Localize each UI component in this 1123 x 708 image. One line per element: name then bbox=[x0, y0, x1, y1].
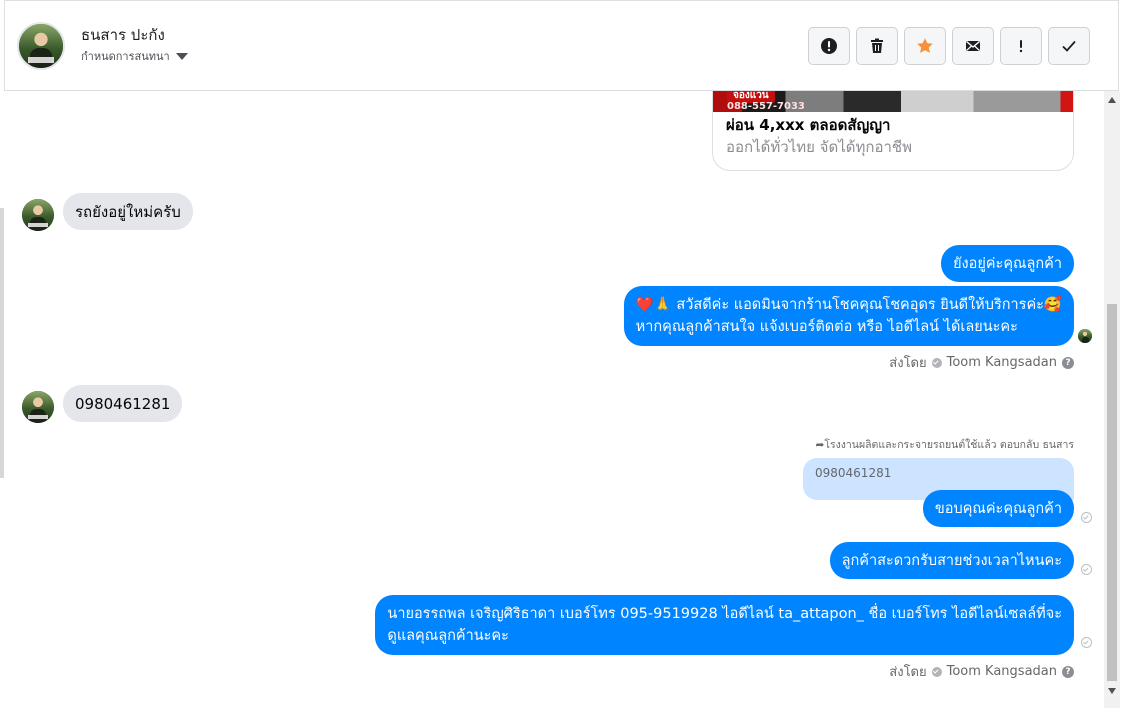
envelope-icon bbox=[966, 40, 980, 51]
reply-header-text: โรงงานผลิตและกระจายรถยนต์ใช้แล้ว ตอบกลับ… bbox=[824, 439, 1074, 451]
scrollbar[interactable] bbox=[1104, 91, 1120, 708]
outgoing-message[interactable]: ขอบคุณค่ะคุณลูกค้า bbox=[922, 490, 1074, 527]
sender-avatar[interactable] bbox=[22, 391, 54, 423]
ad-card[interactable]: จองแวน 088-557-7033 ผ่อน 4,xxx ตลอดสัญญา… bbox=[712, 91, 1074, 171]
caret-down-icon bbox=[175, 52, 188, 60]
scrollbar-thumb[interactable] bbox=[1107, 304, 1117, 681]
scroll-up-arrow-icon[interactable] bbox=[1108, 97, 1116, 103]
alert-circle-icon bbox=[821, 38, 837, 54]
ad-card-image-number: 088-557-7033 bbox=[727, 101, 805, 112]
sent-by-name[interactable]: Toom Kangsadan bbox=[947, 664, 1057, 679]
conversation-settings-dropdown[interactable]: กำหนดการสนทนา bbox=[81, 47, 188, 65]
outgoing-message[interactable]: ยังอยู่ค่ะคุณลูกค้า bbox=[941, 245, 1074, 282]
conversation-header: ธนสาร ปะกัง กำหนดการสนทนา bbox=[4, 0, 1119, 91]
mark-done-button[interactable] bbox=[1048, 27, 1090, 65]
message-line: ❤️🙏 สวัสดีค่ะ แอดมินจากร้านโชคคุณโชคอุดร… bbox=[635, 297, 1062, 313]
mark-important-button[interactable] bbox=[1000, 27, 1042, 65]
contact-name[interactable]: ธนสาร ปะกัง bbox=[81, 23, 165, 47]
sent-by-label: ส่งโดย bbox=[889, 665, 927, 680]
exclamation-icon bbox=[1019, 40, 1023, 53]
outgoing-message[interactable]: ❤️🙏 สวัสดีค่ะ แอดมินจากร้านโชคคุณโชคอุดร… bbox=[623, 286, 1074, 346]
ad-card-image: จองแวน 088-557-7033 bbox=[713, 91, 1073, 112]
header-actions bbox=[808, 27, 1090, 65]
mark-unread-button[interactable] bbox=[952, 27, 994, 65]
mark-spam-button[interactable] bbox=[808, 27, 850, 65]
delivered-icon bbox=[1081, 512, 1092, 523]
delivered-icon bbox=[1081, 564, 1092, 575]
conversation-settings-label: กำหนดการสนทนา bbox=[81, 50, 170, 63]
check-icon bbox=[1062, 40, 1076, 52]
verified-icon bbox=[931, 666, 942, 677]
seen-avatar bbox=[1078, 329, 1092, 343]
outgoing-message[interactable]: ลูกค้าสะดวกรับสายช่วงเวลาไหนคะ bbox=[829, 542, 1074, 579]
reply-header: ➦โรงงานผลิตและกระจายรถยนต์ใช้แล้ว ตอบกลั… bbox=[816, 436, 1074, 453]
ad-card-title: ผ่อน 4,xxx ตลอดสัญญา bbox=[726, 116, 891, 134]
message-line: นายอรรถพล เจริญศิริธาดา เบอร์โทร 095-951… bbox=[387, 606, 1062, 622]
help-icon[interactable]: ? bbox=[1062, 665, 1074, 678]
incoming-message[interactable]: รถยังอยู่ใหม่ครับ bbox=[63, 193, 193, 230]
ad-card-subtitle: ออกได้ทั่วไทย จัดได้ทุกอาชีพ bbox=[726, 138, 912, 156]
sent-by-name[interactable]: Toom Kangsadan bbox=[947, 355, 1057, 370]
delete-button[interactable] bbox=[856, 27, 898, 65]
outgoing-message[interactable]: นายอรรถพล เจริญศิริธาดา เบอร์โทร 095-951… bbox=[375, 595, 1074, 655]
help-icon[interactable]: ? bbox=[1062, 356, 1074, 369]
incoming-message[interactable]: 0980461281 bbox=[63, 385, 183, 422]
trash-icon bbox=[871, 38, 883, 53]
sent-by-label: ส่งโดย bbox=[889, 356, 927, 371]
delivered-icon bbox=[1081, 637, 1092, 648]
star-icon bbox=[917, 38, 933, 53]
message-thread[interactable]: จองแวน 088-557-7033 ผ่อน 4,xxx ตลอดสัญญา… bbox=[0, 91, 1104, 708]
contact-avatar[interactable] bbox=[17, 22, 65, 70]
sent-by-info: ส่งโดย Toom Kangsadan ? bbox=[889, 661, 1074, 682]
sent-by-info: ส่งโดย Toom Kangsadan ? bbox=[889, 352, 1074, 373]
message-line: ดูแลคุณลูกค้านะคะ bbox=[387, 628, 509, 644]
message-line: หากคุณลูกค้าสนใจ แจ้งเบอร์ติดต่อ หรือ ไอ… bbox=[635, 319, 1018, 335]
left-rail bbox=[0, 208, 4, 478]
star-button[interactable] bbox=[904, 27, 946, 65]
sender-avatar[interactable] bbox=[22, 199, 54, 231]
scroll-down-arrow-icon[interactable] bbox=[1108, 688, 1116, 694]
verified-icon bbox=[931, 357, 942, 368]
